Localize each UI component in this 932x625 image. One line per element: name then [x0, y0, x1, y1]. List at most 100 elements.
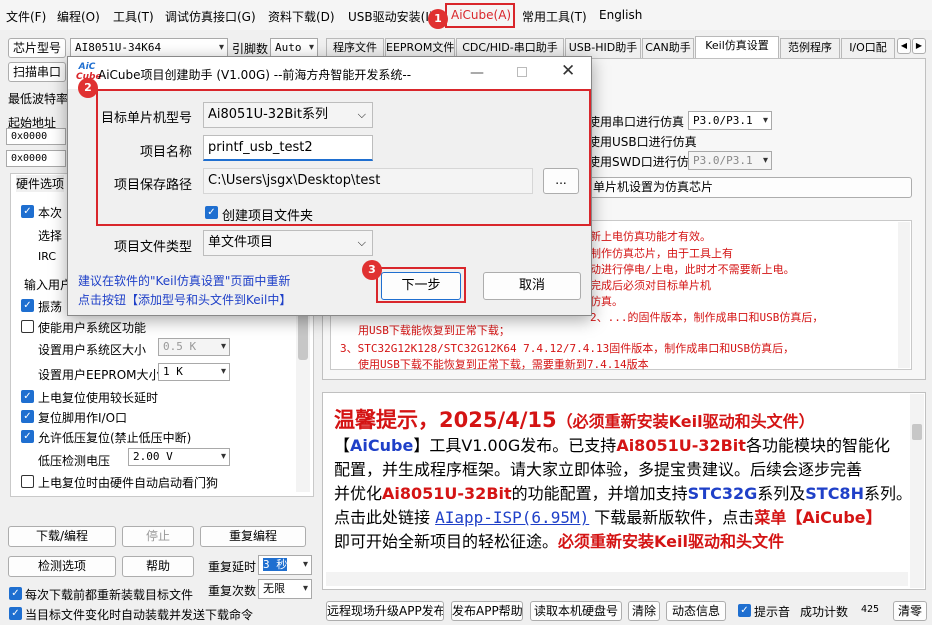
tab-eeprom-file[interactable]: EEPROM文件: [385, 38, 455, 58]
user-eeprom-size-value: 1 K: [163, 365, 183, 378]
pin-count-value: Auto: [275, 41, 302, 54]
start-address-input-2[interactable]: 0x0000: [6, 150, 66, 167]
chevron-down-icon: ▾: [218, 42, 224, 53]
tip-ai8051u: Ai8051U-32Bit: [382, 484, 512, 503]
tip-reinstall-warning: 必须重新安装Keil驱动和头文件: [558, 532, 784, 551]
publish-help-button[interactable]: 发布APP帮助: [451, 601, 523, 621]
tab-program-file[interactable]: 程序文件: [326, 38, 384, 58]
tab-keil-simulation[interactable]: Keil仿真设置: [695, 36, 779, 59]
project-name-input[interactable]: printf_usb_test2: [203, 135, 373, 161]
menu-downloads[interactable]: 资料下载(D): [268, 8, 335, 25]
auto-reload-checkbox[interactable]: ✓: [9, 607, 22, 620]
help-button[interactable]: 帮助: [122, 556, 194, 577]
tip-headline: 温馨提示，2025/4/15（必须重新安装Keil驱动和头文件）: [334, 404, 815, 434]
note-line-7: 用USB下载能恢复到正常下载；: [358, 324, 510, 337]
minimize-icon[interactable]: —: [470, 66, 484, 80]
chevron-down-icon: ▾: [762, 155, 768, 166]
tab-usb-hid[interactable]: USB-HID助手: [565, 38, 641, 58]
reprogram-button[interactable]: 重复编程: [200, 526, 306, 547]
allow-lvr-label: 允许低压复位(禁止低压中断): [38, 431, 192, 445]
reload-each-checkbox[interactable]: ✓: [9, 587, 22, 600]
repeat-delay-select[interactable]: 3 秒 ▾: [258, 555, 312, 575]
lv-voltage-label: 低压检测电压: [38, 454, 111, 468]
tip-stc32g: STC32G: [687, 484, 758, 503]
start-address-input-1[interactable]: 0x0000: [6, 128, 66, 145]
user-sys-size-select[interactable]: 0.5 K ▾: [158, 338, 230, 356]
project-type-select[interactable]: 单文件项目 ⌵: [203, 230, 373, 256]
beep-checkbox[interactable]: ✓: [738, 604, 751, 617]
maximize-icon[interactable]: [517, 67, 527, 77]
option-checkbox-1[interactable]: ✓: [21, 205, 34, 218]
tip-line-2: 配置，并生成程序框架。请大家立即体验，多提宝贵建议。后续会逐步完善: [334, 460, 863, 479]
menu-usb-driver[interactable]: USB驱动安装(I): [348, 8, 434, 25]
tip-line-5: 即可开始全新项目的轻松征途。必须重新安装Keil驱动和头文件: [334, 528, 784, 552]
download-program-button[interactable]: 下载/编程: [8, 526, 116, 547]
user-eeprom-size-select[interactable]: 1 K ▾: [158, 363, 230, 381]
option-checkbox-oscillator[interactable]: ✓: [21, 299, 34, 312]
enable-user-sys-checkbox[interactable]: [21, 320, 34, 333]
menu-common-tools[interactable]: 常用工具(T): [522, 8, 587, 25]
clear-button[interactable]: 清除: [628, 601, 660, 621]
chevron-down-icon: ⌵: [357, 108, 366, 121]
tip-hscrollbar[interactable]: [326, 572, 908, 586]
enable-user-sys-label: 使能用户系统区功能: [38, 321, 147, 335]
tab-can[interactable]: CAN助手: [642, 38, 694, 58]
swd-pins-select[interactable]: P3.0/P3.1 ▾: [688, 151, 772, 170]
notes-scrollbar[interactable]: [898, 222, 910, 368]
browse-path-button[interactable]: ...: [543, 168, 579, 194]
set-emulation-chip-button[interactable]: 单片机设置为仿真芯片: [588, 177, 912, 198]
note-line-6: 2、...的固件版本，制作成串口和USB仿真后，: [590, 311, 824, 324]
tab-scroll-left[interactable]: ◀: [897, 38, 911, 54]
detect-options-button[interactable]: 检测选项: [8, 556, 116, 577]
note-line-1: 新上电仿真功能才有效。: [590, 230, 711, 243]
keil-hint-line-1: 建议在软件的"Keil仿真设置"页面中重新: [78, 274, 291, 288]
tip-text: 下载最新版软件，点击: [589, 508, 755, 527]
hw-watchdog-checkbox[interactable]: [21, 475, 34, 488]
allow-lvr-checkbox[interactable]: ✓: [21, 430, 34, 443]
scan-port-button[interactable]: 扫描串口: [8, 62, 66, 82]
menu-debug-interface[interactable]: 调试仿真接口(G): [165, 8, 256, 25]
stop-button[interactable]: 停止: [122, 526, 194, 547]
pin-count-select[interactable]: Auto ▾: [270, 38, 318, 58]
repeat-count-select[interactable]: 无限 ▾: [258, 579, 312, 599]
tip-ai8051u: Ai8051U-32Bit: [616, 436, 746, 455]
chevron-down-icon: ▾: [302, 559, 308, 570]
tip-text: 并优化: [334, 484, 383, 503]
remote-upgrade-button[interactable]: 远程现场升级APP发布: [326, 601, 444, 621]
close-icon[interactable]: ✕: [561, 62, 577, 80]
pin-count-label: 引脚数: [232, 42, 269, 56]
clear-count-button[interactable]: 清零: [893, 601, 927, 621]
tip-text: 点击此处链接: [334, 508, 436, 527]
tip-scrollbar-thumb[interactable]: [912, 424, 922, 440]
aiapp-isp-download-link[interactable]: AIapp-ISP(6.95M): [435, 508, 589, 527]
tab-io-config[interactable]: I/O口配: [841, 38, 895, 58]
uart-pins-value: P3.0/P3.1: [693, 114, 753, 127]
menu-file[interactable]: 文件(F): [6, 8, 46, 25]
tab-example-programs[interactable]: 范例程序: [780, 38, 840, 58]
tab-cdc-hid-serial[interactable]: CDC/HID-串口助手: [456, 38, 564, 58]
menu-program[interactable]: 编程(O): [57, 8, 100, 25]
uart-pins-select[interactable]: P3.0/P3.1 ▾: [688, 111, 772, 130]
chevron-down-icon: ⌵: [357, 236, 366, 249]
aicube-highlight-box: [445, 3, 515, 28]
chevron-down-icon: ▾: [302, 583, 308, 594]
tip-headline-date: 温馨提示，2025/4/15: [334, 408, 557, 432]
aicube-project-wizard-dialog: AiC Cube AiCube项目创建助手 (V1.00G) --前海方舟智能开发…: [67, 56, 592, 316]
read-disk-button[interactable]: 读取本机硬盘号: [530, 601, 622, 621]
chip-model-select[interactable]: AI8051U-34K64 ▾: [70, 38, 228, 58]
next-step-button[interactable]: 下一步: [381, 272, 461, 300]
poweron-delay-checkbox[interactable]: ✓: [21, 390, 34, 403]
create-folder-checkbox[interactable]: ✓: [205, 206, 218, 219]
menu-tools[interactable]: 工具(T): [113, 8, 154, 25]
reset-pin-io-checkbox[interactable]: ✓: [21, 410, 34, 423]
tip-text: 系列。: [863, 484, 912, 503]
dynamic-info-button[interactable]: 动态信息: [666, 601, 726, 621]
project-path-input[interactable]: C:\Users\jsgx\Desktop\test: [203, 168, 533, 194]
tab-scroll-right[interactable]: ▶: [912, 38, 926, 54]
menu-english[interactable]: English: [599, 8, 642, 22]
cancel-button[interactable]: 取消: [483, 272, 581, 300]
lv-voltage-select[interactable]: 2.00 V ▾: [128, 448, 230, 466]
target-mcu-select[interactable]: Ai8051U-32Bit系列 ⌵: [203, 102, 373, 128]
keil-hint-line-2: 点击按钮【添加型号和头文件到Keil中】: [78, 293, 292, 307]
success-count-value: 425: [852, 601, 888, 621]
